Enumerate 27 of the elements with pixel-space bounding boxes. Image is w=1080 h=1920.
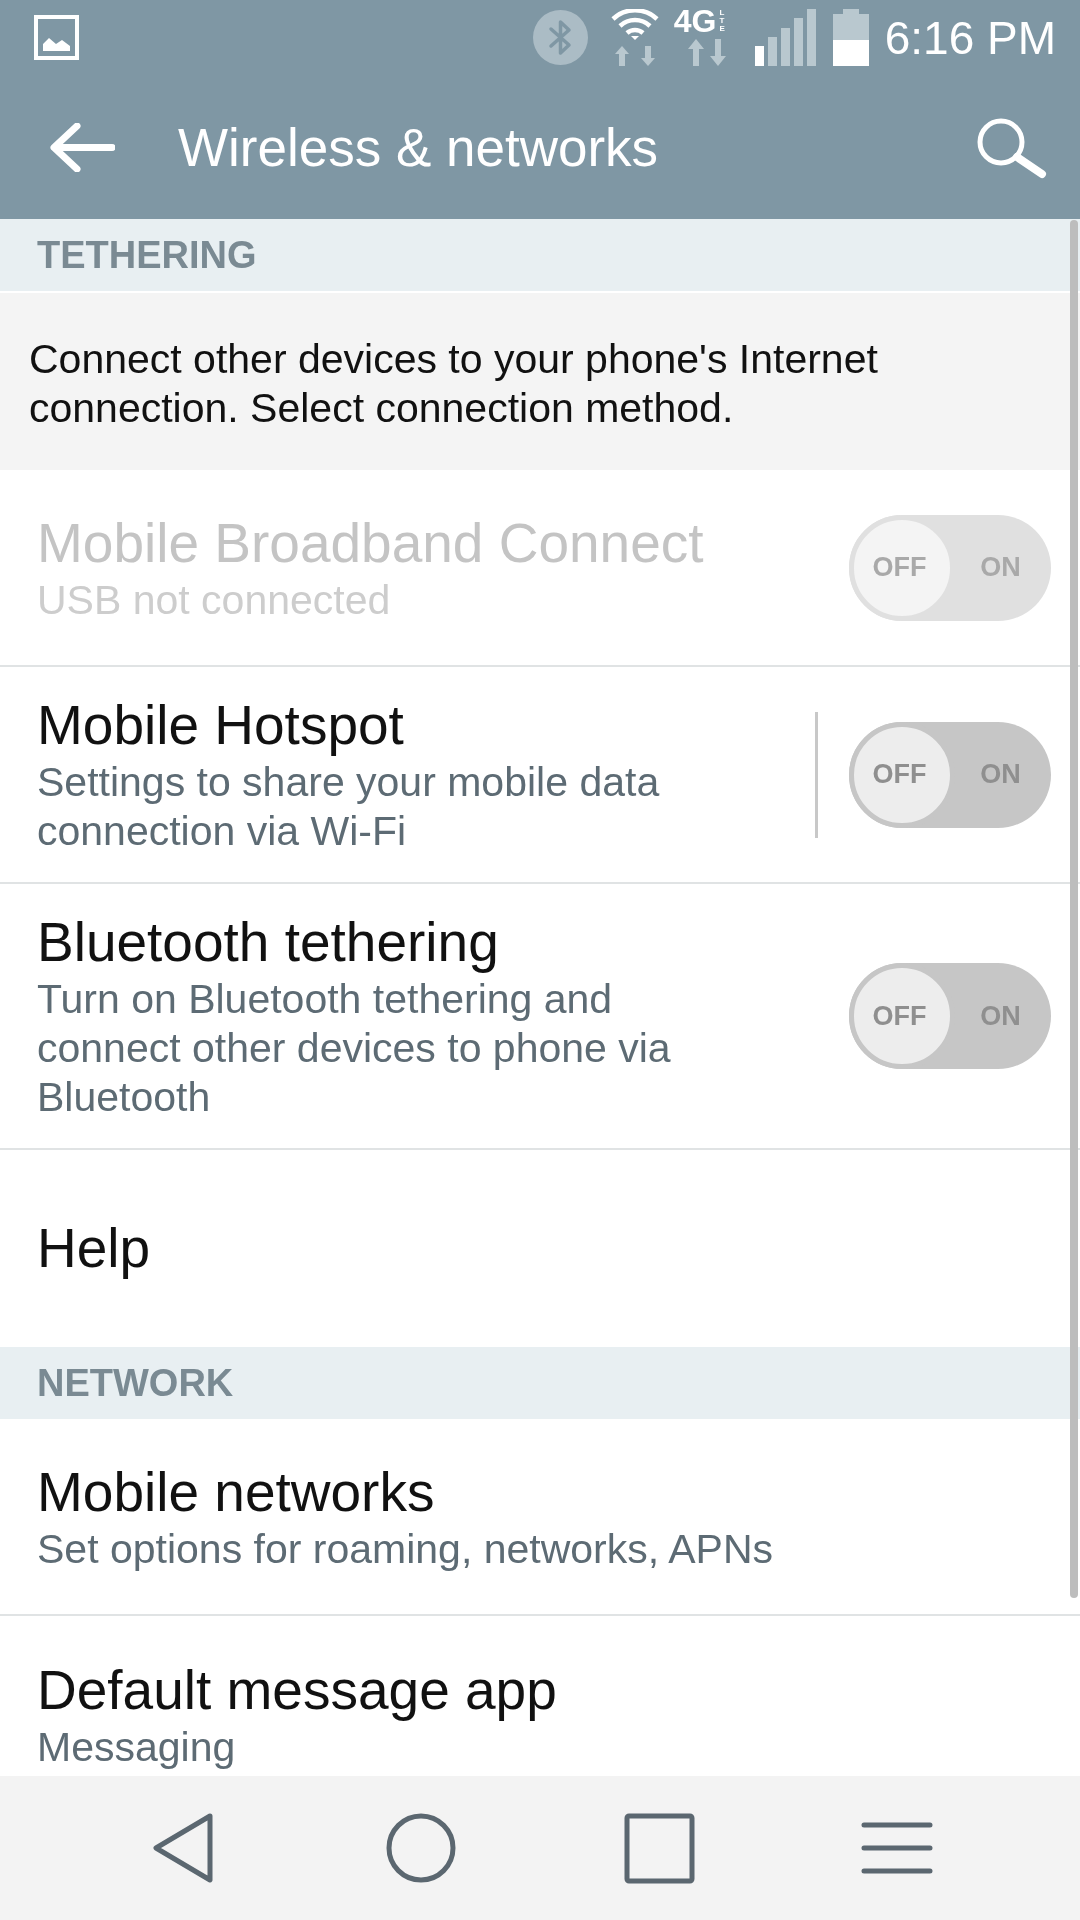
menu-icon[interactable] [861, 1821, 933, 1875]
item-title: Help [37, 1216, 151, 1281]
signal-icon [754, 9, 816, 66]
section-header: TETHERING [0, 219, 1080, 291]
item-subtitle: Settings to share your mobile data connection via Wi-Fi [37, 758, 661, 856]
recents-icon[interactable] [623, 1812, 695, 1884]
wifi-icon [609, 9, 660, 66]
home-icon[interactable] [386, 1813, 456, 1883]
item-subtitle: Messaging [37, 1722, 237, 1772]
clock-time: 6:16 PM [884, 14, 1056, 61]
bluetooth-icon [532, 10, 588, 65]
battery-icon [832, 9, 869, 66]
screen-title: Wireless & networks [178, 120, 659, 174]
description-text: Connect other devices to your phone's Internet connection. Select connection method. [29, 335, 879, 433]
network-type-label: 4G [673, 9, 717, 33]
item-title: Mobile Broadband Connect [37, 510, 705, 576]
back-icon[interactable] [152, 1813, 214, 1883]
item-title: Mobile networks [37, 1459, 436, 1525]
section-header: NETWORK [0, 1347, 1080, 1419]
network-subtype-label: LTE [719, 9, 724, 33]
image-icon [34, 15, 79, 60]
item-title: Default message app [37, 1657, 557, 1723]
item-title: Mobile Hotspot [37, 693, 405, 758]
item-title: Bluetooth tethering [37, 910, 500, 975]
back-arrow-icon[interactable] [50, 122, 115, 172]
item-subtitle: Set options for roaming, networks, APNs [37, 1524, 774, 1574]
item-subtitle: Turn on Bluetooth tethering and connect other devices to phone via Bluetooth [37, 975, 672, 1122]
